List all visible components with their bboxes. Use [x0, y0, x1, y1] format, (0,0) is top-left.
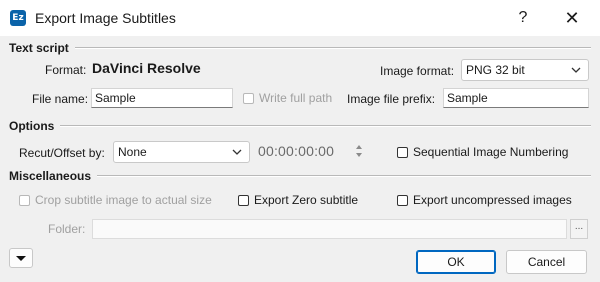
sequential-numbering-label: Sequential Image Numbering — [413, 145, 569, 159]
triangle-down-icon — [16, 256, 26, 261]
export-uncompressed-checkbox[interactable]: Export uncompressed images — [397, 192, 572, 208]
close-button[interactable]: ✕ — [560, 7, 584, 29]
title-bar: Ez Export Image Subtitles ? ✕ — [0, 0, 600, 36]
sequential-numbering-checkbox[interactable]: Sequential Image Numbering — [397, 144, 568, 160]
chevron-down-icon — [571, 67, 581, 73]
folder-input[interactable] — [92, 219, 567, 239]
checkbox-box — [397, 194, 408, 206]
export-zero-subtitle-label: Export Zero subtitle — [254, 193, 359, 207]
checkbox-box — [243, 92, 254, 104]
export-zero-subtitle-checkbox[interactable]: Export Zero subtitle — [238, 192, 358, 208]
format-value: DaVinci Resolve — [92, 60, 201, 76]
format-label: Format: — [45, 63, 87, 77]
image-format-label: Image format: — [380, 64, 455, 78]
ok-button[interactable]: OK — [416, 250, 496, 274]
app-logo-icon: Ez — [10, 10, 26, 26]
cancel-button[interactable]: Cancel — [506, 250, 587, 274]
write-full-path-checkbox[interactable]: Write full path — [243, 90, 332, 106]
divider — [60, 125, 591, 127]
recut-offset-label: Recut/Offset by: — [19, 146, 105, 160]
section-header: Miscellaneous — [9, 169, 92, 183]
window-title: Export Image Subtitles — [35, 10, 176, 26]
chevron-down-icon — [232, 149, 242, 155]
divider — [74, 47, 591, 49]
spinner-arrows-icon[interactable] — [354, 141, 364, 161]
file-name-input[interactable]: Sample — [91, 88, 233, 108]
image-prefix-label: Image file prefix: — [347, 92, 436, 106]
recut-offset-selected: None — [118, 145, 147, 159]
checkbox-box — [19, 194, 30, 206]
crop-to-actual-size-checkbox[interactable]: Crop subtitle image to actual size — [19, 192, 212, 208]
expand-button[interactable] — [9, 248, 33, 268]
browse-folder-button[interactable]: ... — [570, 219, 588, 239]
checkbox-box — [238, 194, 249, 206]
image-format-select[interactable]: PNG 32 bit — [461, 59, 589, 81]
image-prefix-input[interactable]: Sample — [443, 88, 589, 108]
section-header: Text script — [9, 41, 69, 55]
section-miscellaneous: Miscellaneous — [9, 168, 591, 184]
export-image-subtitles-dialog: Ez Export Image Subtitles ? ✕ Text scrip… — [0, 0, 600, 282]
section-text-script: Text script — [9, 40, 591, 56]
divider — [97, 175, 591, 177]
recut-offset-select[interactable]: None — [113, 141, 250, 163]
export-uncompressed-label: Export uncompressed images — [413, 193, 572, 207]
offset-timecode-input[interactable]: 00:00:00:00 — [258, 141, 352, 161]
crop-to-actual-size-label: Crop subtitle image to actual size — [35, 193, 212, 207]
folder-label: Folder: — [48, 222, 86, 236]
help-button[interactable]: ? — [512, 7, 534, 29]
checkbox-box — [397, 146, 408, 158]
section-header: Options — [9, 119, 55, 133]
image-format-selected: PNG 32 bit — [466, 63, 525, 77]
section-options: Options — [9, 118, 591, 134]
file-name-label: File name: — [32, 92, 89, 106]
write-full-path-label: Write full path — [259, 91, 333, 105]
